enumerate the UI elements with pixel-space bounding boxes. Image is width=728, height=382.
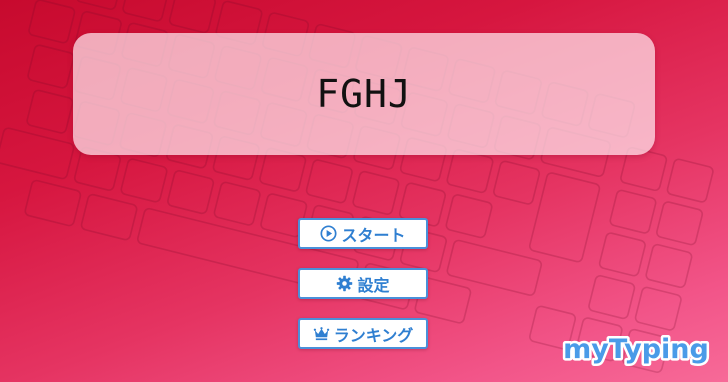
crown-icon xyxy=(313,325,330,342)
settings-button[interactable]: 設定 xyxy=(298,268,428,299)
mytyping-logo[interactable]: myTyping xyxy=(556,326,716,370)
game-screen: FGHJ スタート 設定 ランキング myTyping xyxy=(0,0,728,382)
logo-text: myTyping xyxy=(563,334,709,365)
ranking-button[interactable]: ランキング xyxy=(298,318,428,349)
start-button[interactable]: スタート xyxy=(298,218,428,249)
title-text: FGHJ xyxy=(316,72,412,116)
title-panel: FGHJ xyxy=(73,33,655,155)
play-circle-icon xyxy=(320,225,338,242)
settings-button-label: 設定 xyxy=(357,275,390,295)
gear-icon xyxy=(336,275,353,292)
ranking-button-label: ランキング xyxy=(333,325,414,345)
start-button-label: スタート xyxy=(341,225,406,245)
